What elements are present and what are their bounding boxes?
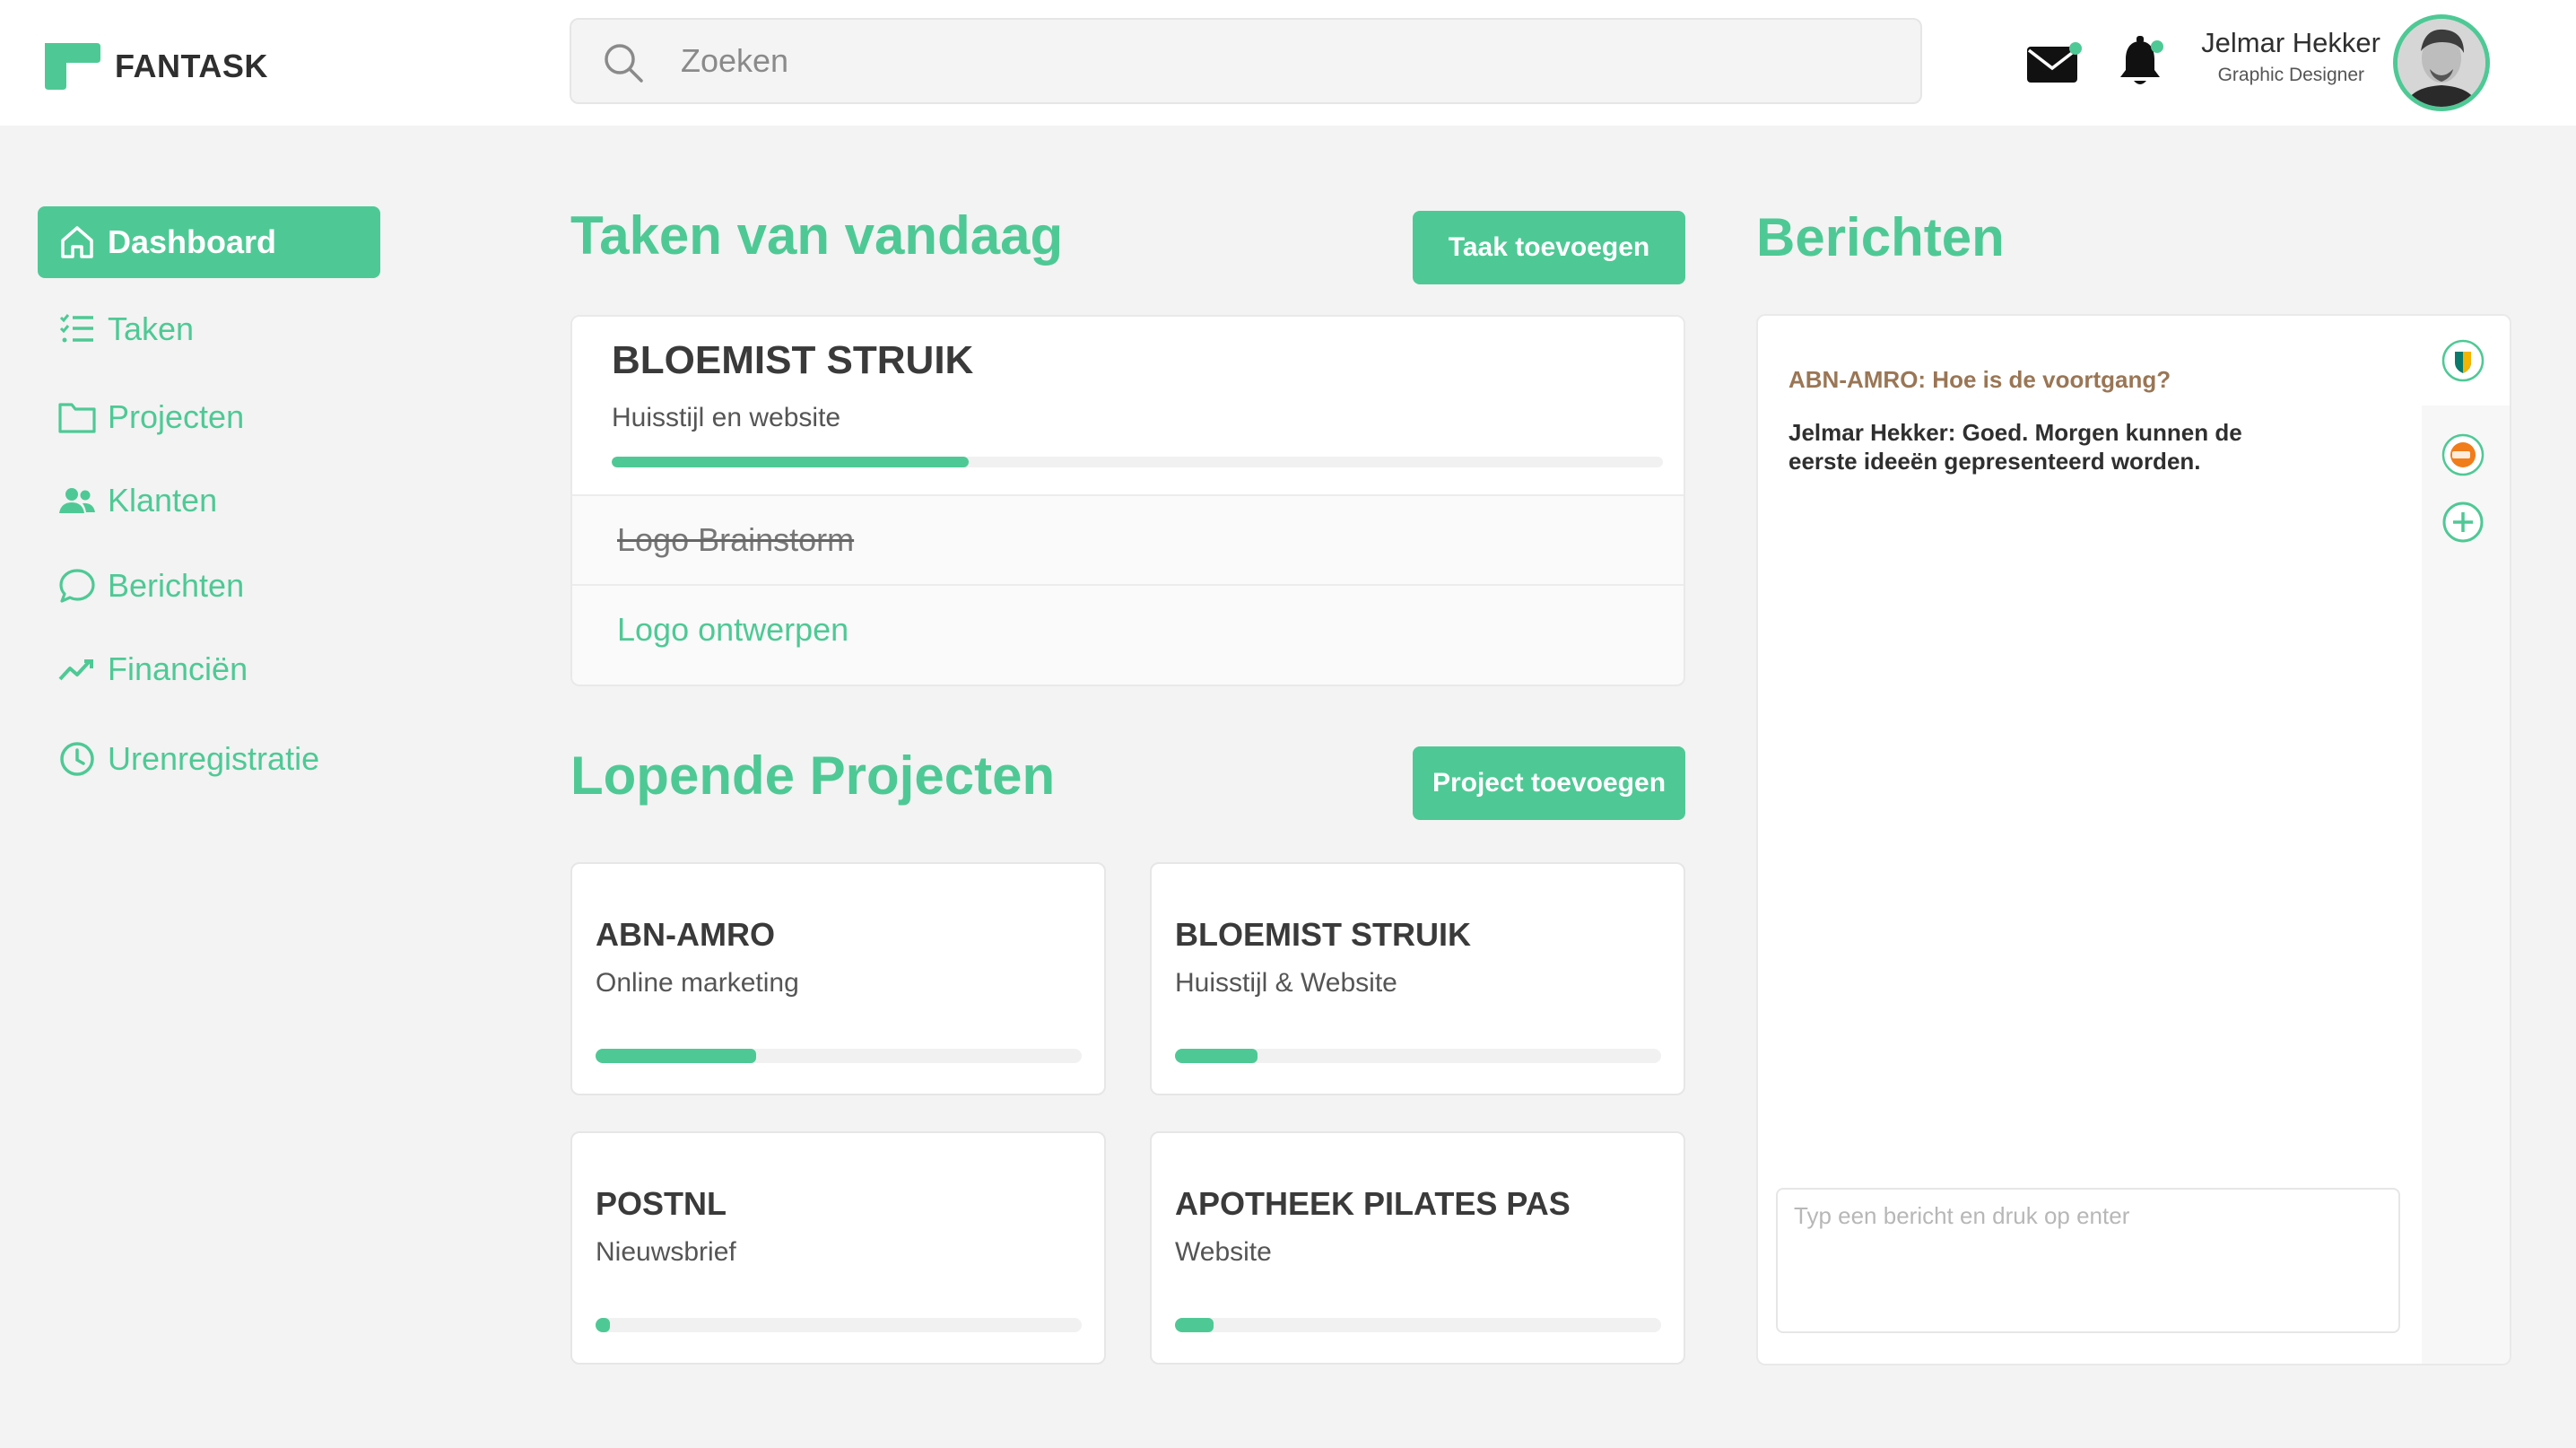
task-client-subtitle: Huisstijl en website (612, 403, 841, 432)
sidebar-item-urenregistratie[interactable]: Urenregistratie (38, 723, 380, 795)
user-role: Graphic Designer (2217, 65, 2364, 85)
people-icon (56, 479, 99, 522)
task-progress-fill (612, 457, 970, 467)
project-progress-fill (596, 1318, 611, 1332)
task-item-done[interactable]: Logo Brainstorm (572, 496, 1684, 586)
task-progress-bar (612, 457, 1663, 467)
sidebar-item-label: Projecten (108, 398, 245, 435)
task-client-title: BLOEMIST STRUIK (612, 338, 974, 382)
add-task-button[interactable]: Taak toevoegen (1413, 211, 1685, 284)
project-card-abn-amro[interactable]: ABN-AMRO Online marketing (570, 862, 1106, 1095)
project-client: POSTNL (596, 1185, 727, 1222)
sidebar-item-klanten[interactable]: Klanten (38, 465, 380, 536)
project-progress-bar (1175, 1049, 1661, 1063)
message-subject: ABN-AMRO: Hoe is de voortgang? (1788, 366, 2171, 393)
message-reply: Jelmar Hekker: Goed. Morgen kunnen de ee… (1788, 419, 2242, 475)
sidebar-item-label: Taken (108, 310, 195, 347)
sidebar-item-projecten[interactable]: Projecten (38, 381, 380, 453)
conversation-rail (2422, 316, 2510, 1364)
messages-panel: ABN-AMRO: Hoe is de voortgang? Jelmar He… (1756, 314, 2511, 1365)
tasks-section-title: Taken van vandaag (570, 205, 1064, 266)
task-item-open[interactable]: Logo ontwerpen (572, 586, 1684, 676)
message-input[interactable] (1778, 1190, 2398, 1331)
project-subtitle: Website (1175, 1237, 1272, 1267)
messages-section-title: Berichten (1756, 207, 2005, 267)
sidebar-item-label: Urenregistratie (108, 740, 320, 777)
bell-icon[interactable] (2117, 34, 2167, 90)
search-icon (605, 44, 643, 83)
tasks-card: BLOEMIST STRUIK Huisstijl en website Log… (570, 315, 1685, 686)
clock-icon (56, 737, 99, 781)
sidebar-item-label: Berichten (108, 567, 245, 604)
project-progress-bar (596, 1049, 1082, 1063)
sidebar-item-financien[interactable]: Financiën (38, 633, 380, 705)
message-input-box[interactable] (1776, 1188, 2400, 1333)
app-logo[interactable]: FANTASK (41, 39, 268, 93)
top-header: FANTASK Jelmar Hekker Graphic Designer (0, 0, 2576, 126)
project-card-postnl[interactable]: POSTNL Nieuwsbrief (570, 1131, 1106, 1365)
fantask-logo-icon (45, 43, 100, 90)
search-bar[interactable] (570, 18, 1922, 104)
search-input[interactable] (681, 20, 1901, 102)
folder-icon (56, 396, 99, 439)
project-subtitle: Nieuwsbrief (596, 1237, 736, 1267)
project-card-bloemist-struik[interactable]: BLOEMIST STRUIK Huisstijl & Website (1150, 862, 1685, 1095)
task-main-project[interactable]: BLOEMIST STRUIK Huisstijl en website (572, 317, 1684, 496)
trend-line-icon (56, 648, 99, 691)
add-project-button[interactable]: Project toevoegen (1413, 746, 1685, 820)
sidebar-item-dashboard[interactable]: Dashboard (38, 206, 380, 278)
add-conversation-icon[interactable] (2441, 501, 2485, 544)
postnl-logo-icon[interactable] (2441, 433, 2485, 476)
project-progress-bar (1175, 1318, 1661, 1332)
user-avatar[interactable] (2393, 14, 2490, 111)
sidebar-item-label: Klanten (108, 482, 218, 519)
mail-icon[interactable] (2025, 39, 2083, 86)
project-client: APOTHEEK PILATES PAS (1175, 1185, 1571, 1222)
project-progress-bar (596, 1318, 1082, 1332)
home-icon (56, 221, 99, 264)
project-client: BLOEMIST STRUIK (1175, 916, 1471, 953)
task-item-label: Logo ontwerpen (617, 611, 849, 648)
project-subtitle: Online marketing (596, 968, 799, 998)
abn-amro-logo-icon[interactable] (2441, 339, 2485, 382)
chat-bubble-icon (56, 564, 99, 607)
project-progress-fill (1175, 1049, 1258, 1063)
project-card-apotheek-pilates-pas[interactable]: APOTHEEK PILATES PAS Website (1150, 1131, 1685, 1365)
sidebar-item-berichten[interactable]: Berichten (38, 550, 380, 622)
project-progress-fill (1175, 1318, 1214, 1332)
project-progress-fill (596, 1049, 756, 1063)
sidebar-item-label: Dashboard (108, 223, 277, 260)
user-name[interactable]: Jelmar Hekker (2171, 27, 2380, 59)
sidebar-item-taken[interactable]: Taken (38, 293, 380, 365)
projects-section-title: Lopende Projecten (570, 746, 1056, 806)
avatar-photo (2398, 19, 2485, 107)
checklist-icon (56, 308, 99, 351)
project-client: ABN-AMRO (596, 916, 775, 953)
task-item-label: Logo Brainstorm (617, 521, 855, 558)
app-name: FANTASK (115, 48, 268, 84)
project-subtitle: Huisstijl & Website (1175, 968, 1397, 998)
sidebar-item-label: Financiën (108, 650, 248, 687)
